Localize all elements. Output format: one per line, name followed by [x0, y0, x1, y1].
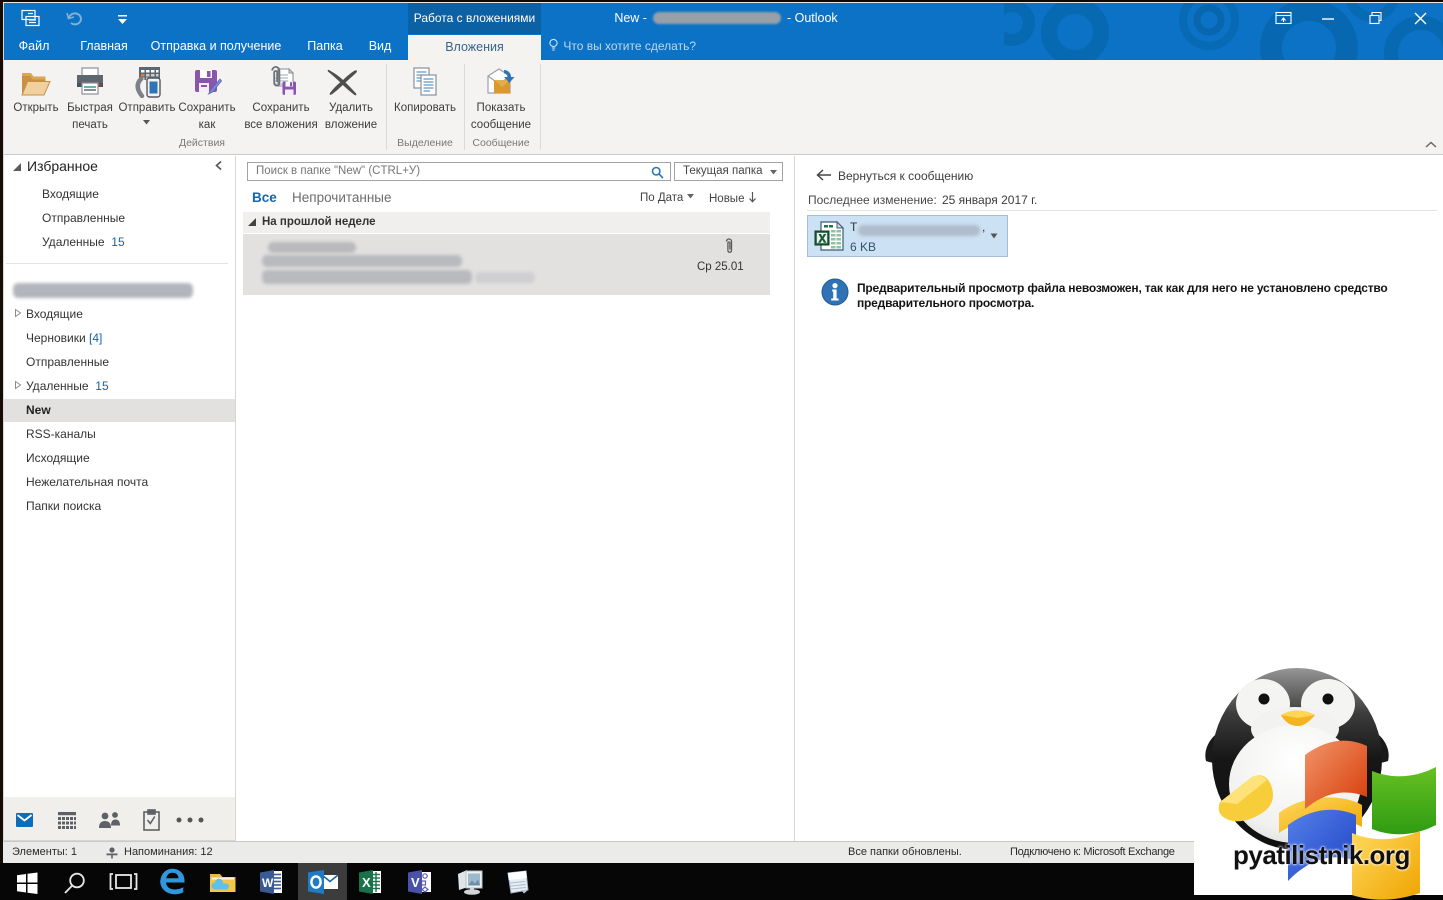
svg-text:W: W — [262, 876, 274, 890]
svg-text:X: X — [362, 875, 371, 890]
svg-text:V: V — [411, 875, 420, 890]
svg-text:pyatilistnik.org: pyatilistnik.org — [1233, 840, 1410, 870]
